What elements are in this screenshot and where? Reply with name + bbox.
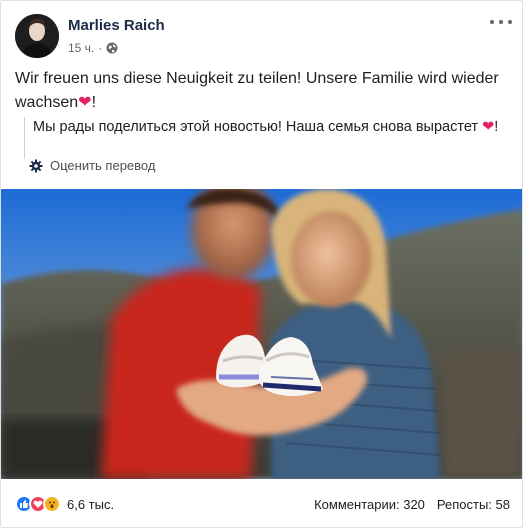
- more-dot-icon: [490, 20, 494, 24]
- comments-count-link[interactable]: Комментарии: 320: [314, 497, 425, 512]
- heart-emoji-icon: ❤: [78, 94, 92, 111]
- translated-text-body: Мы рады поделиться этой новостью! Наша с…: [33, 119, 479, 135]
- translated-text-suffix: !: [494, 119, 499, 135]
- more-dot-icon: [499, 20, 503, 24]
- heart-emoji-icon: ❤: [482, 119, 495, 135]
- shares-count-link[interactable]: Репосты: 58: [437, 497, 510, 512]
- post-text: Wir freuen uns diese Neuigkeit zu teilen…: [15, 67, 511, 115]
- globe-icon: [106, 42, 118, 54]
- gear-icon: [29, 159, 43, 173]
- more-dot-icon: [508, 20, 512, 24]
- separator-dot: ·: [98, 41, 103, 55]
- post-meta: 15 ч. ·: [68, 41, 165, 55]
- wow-reaction-icon: [43, 495, 61, 513]
- author-name[interactable]: Marlies Raich: [68, 17, 165, 35]
- post-stats: Комментарии: 320 Репосты: 58: [314, 497, 510, 512]
- reactions-summary[interactable]: 6,6 тыс.: [15, 495, 114, 513]
- post-card: Marlies Raich 15 ч. · Wir freuen uns die…: [0, 0, 523, 528]
- rate-translation-link[interactable]: Оценить перевод: [29, 158, 155, 173]
- post-header: Marlies Raich 15 ч. ·: [15, 14, 165, 60]
- translated-text: Мы рады поделиться этой новостью! Наша с…: [24, 117, 514, 159]
- reaction-count: 6,6 тыс.: [67, 496, 115, 512]
- post-text-suffix: !: [91, 94, 97, 111]
- post-photo[interactable]: [1, 189, 522, 479]
- avatar[interactable]: [15, 14, 59, 58]
- rate-translation-label: Оценить перевод: [50, 158, 156, 173]
- post-time[interactable]: 15 ч.: [68, 41, 94, 55]
- more-options-button[interactable]: [490, 15, 512, 29]
- post-footer: 6,6 тыс. Комментарии: 320 Репосты: 58: [1, 479, 522, 527]
